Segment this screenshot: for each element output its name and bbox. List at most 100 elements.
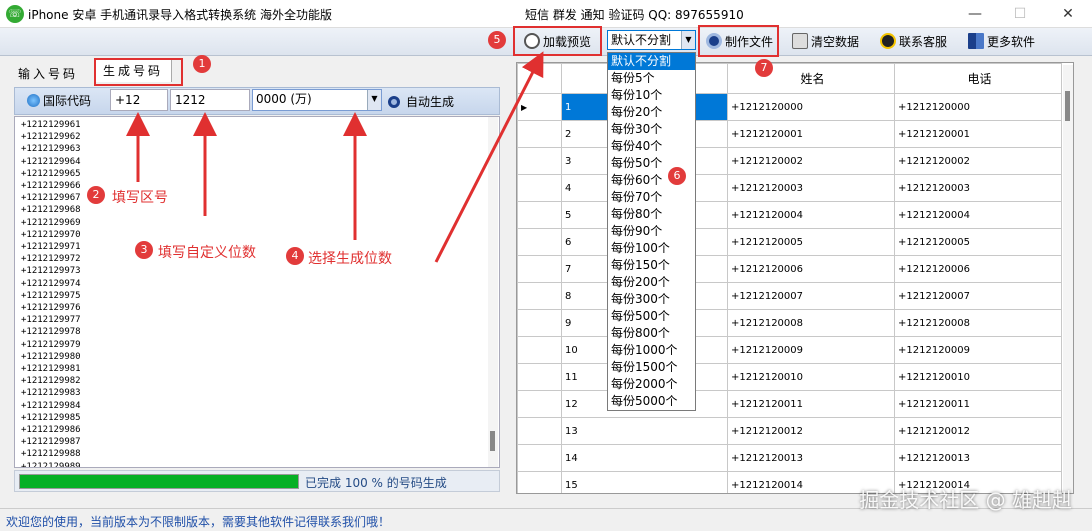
cell-phone[interactable]: +1212120009 — [894, 336, 1062, 364]
cell-name[interactable]: +1212120009 — [727, 336, 895, 364]
split-option[interactable]: 每份30个 — [608, 121, 695, 138]
split-option[interactable]: 每份100个 — [608, 240, 695, 257]
table-row[interactable]: 11 +1212120010 +1212120010 — [517, 363, 1062, 391]
cell-phone[interactable]: +1212120000 — [894, 93, 1062, 121]
cell-name[interactable]: +1212120008 — [727, 309, 895, 337]
contact-service-button[interactable]: 联系客服 — [876, 31, 951, 53]
split-option[interactable]: 默认不分割 — [608, 53, 695, 70]
table-row[interactable]: 5 +1212120004 +1212120004 — [517, 201, 1062, 229]
country-code-button[interactable]: 国际代码 — [27, 92, 91, 109]
cell-phone[interactable]: +1212120011 — [894, 390, 1062, 418]
col-header-phone[interactable]: 电话 — [894, 63, 1062, 94]
row-header[interactable] — [517, 174, 562, 202]
cell-phone[interactable]: +1212120012 — [894, 417, 1062, 445]
custom-digits-input[interactable]: 1212 — [170, 89, 250, 111]
cell-name[interactable]: +1212120010 — [727, 363, 895, 391]
cell-name[interactable]: +1212120000 — [727, 93, 895, 121]
row-header[interactable] — [517, 255, 562, 283]
split-option[interactable]: 每份70个 — [608, 189, 695, 206]
area-code-input[interactable]: +12 — [110, 89, 168, 111]
table-row[interactable]: ▶ 1 +1212120000 +1212120000 — [517, 93, 1062, 121]
split-option[interactable]: 每份20个 — [608, 104, 695, 121]
row-header[interactable] — [517, 228, 562, 256]
table-row[interactable]: 6 +1212120005 +1212120005 — [517, 228, 1062, 256]
cell-phone[interactable]: +1212120001 — [894, 120, 1062, 148]
row-header[interactable] — [517, 363, 562, 391]
contacts-grid[interactable]: 姓名 电话 ▶ 1 +1212120000 +1212120000 2 +12121200… — [516, 62, 1074, 494]
split-option[interactable]: 每份300个 — [608, 291, 695, 308]
cell-name[interactable]: +1212120013 — [727, 444, 895, 472]
split-option[interactable]: 每份10个 — [608, 87, 695, 104]
cell-name[interactable]: +1212120001 — [727, 120, 895, 148]
cell-index[interactable]: 15 — [561, 471, 728, 493]
cell-name[interactable]: +1212120005 — [727, 228, 895, 256]
split-option[interactable]: 每份5个 — [608, 70, 695, 87]
table-row[interactable]: 2 +1212120001 +1212120001 — [517, 120, 1062, 148]
more-software-button[interactable]: 更多软件 — [964, 31, 1039, 53]
grid-scroll-thumb[interactable] — [1065, 91, 1070, 121]
split-option[interactable]: 每份1000个 — [608, 342, 695, 359]
cell-phone[interactable]: +1212120002 — [894, 147, 1062, 175]
split-select[interactable]: 默认不分割 ▼ — [607, 30, 696, 50]
cell-name[interactable]: +1212120004 — [727, 201, 895, 229]
cell-index[interactable]: 14 — [561, 444, 728, 472]
row-header[interactable] — [517, 471, 562, 493]
numbers-scrollbar[interactable] — [488, 117, 498, 467]
split-option[interactable]: 每份150个 — [608, 257, 695, 274]
table-row[interactable]: 8 +1212120007 +1212120007 — [517, 282, 1062, 310]
row-header[interactable] — [517, 417, 562, 445]
split-option[interactable]: 每份80个 — [608, 206, 695, 223]
row-header[interactable] — [517, 309, 562, 337]
row-header[interactable] — [517, 336, 562, 364]
cell-name[interactable]: +1212120007 — [727, 282, 895, 310]
split-option[interactable]: 每份800个 — [608, 325, 695, 342]
cell-name[interactable]: +1212120003 — [727, 174, 895, 202]
row-header[interactable] — [517, 282, 562, 310]
table-row[interactable]: 13 +1212120012 +1212120012 — [517, 417, 1062, 445]
auto-generate-radio[interactable]: 自动生成 — [388, 93, 454, 110]
split-option[interactable]: 每份500个 — [608, 308, 695, 325]
cell-phone[interactable]: +1212120008 — [894, 309, 1062, 337]
split-option[interactable]: 每份2000个 — [608, 376, 695, 393]
cell-phone[interactable]: +1212120005 — [894, 228, 1062, 256]
cell-name[interactable]: +1212120002 — [727, 147, 895, 175]
table-row[interactable]: 9 +1212120008 +1212120008 — [517, 309, 1062, 337]
split-option[interactable]: 每份5000个 — [608, 393, 695, 410]
clear-data-button[interactable]: 清空数据 — [788, 31, 863, 53]
scroll-thumb[interactable] — [490, 431, 495, 451]
generated-numbers-list[interactable]: +1212129961 +1212129962 +1212129963 +121212… — [14, 116, 500, 468]
split-option[interactable]: 每份200个 — [608, 274, 695, 291]
split-option[interactable]: 每份90个 — [608, 223, 695, 240]
table-row[interactable]: 12 +1212120011 +1212120011 — [517, 390, 1062, 418]
split-dropdown-list[interactable]: 默认不分割 每份5个 每份10个 每份20个 每份30个 每份40个 每份50个 每份60个每… — [607, 52, 696, 411]
row-header[interactable]: ▶ — [517, 93, 562, 121]
cell-index[interactable]: 13 — [561, 417, 728, 445]
cell-name[interactable]: +1212120011 — [727, 390, 895, 418]
split-option[interactable]: 每份40个 — [608, 138, 695, 155]
cell-name[interactable]: +1212120012 — [727, 417, 895, 445]
table-row[interactable]: 7 +1212120006 +1212120006 — [517, 255, 1062, 283]
row-header[interactable] — [517, 444, 562, 472]
cell-phone[interactable]: +1212120004 — [894, 201, 1062, 229]
cell-phone[interactable]: +1212120010 — [894, 363, 1062, 391]
row-header[interactable] — [517, 390, 562, 418]
table-row[interactable]: 14 +1212120013 +1212120013 — [517, 444, 1062, 472]
cell-phone[interactable]: +1212120003 — [894, 174, 1062, 202]
close-icon[interactable]: ✕ — [1058, 4, 1078, 24]
table-row[interactable]: 4 +1212120003 +1212120003 — [517, 174, 1062, 202]
split-option[interactable]: 每份1500个 — [608, 359, 695, 376]
table-row[interactable]: 3 +1212120002 +1212120002 — [517, 147, 1062, 175]
cell-name[interactable]: +1212120006 — [727, 255, 895, 283]
row-header[interactable] — [517, 147, 562, 175]
cell-phone[interactable]: +1212120006 — [894, 255, 1062, 283]
table-row[interactable]: 10 +1212120009 +1212120009 — [517, 336, 1062, 364]
col-header-name[interactable]: 姓名 — [727, 63, 895, 94]
maximize-icon[interactable]: ☐ — [1010, 4, 1030, 24]
grid-scrollbar[interactable] — [1063, 65, 1073, 493]
tab-input-numbers[interactable]: 输入号码 — [10, 62, 86, 86]
minimize-icon[interactable]: — — [965, 4, 985, 24]
row-header[interactable] — [517, 120, 562, 148]
cell-phone[interactable]: +1212120007 — [894, 282, 1062, 310]
gen-count-select[interactable]: 0000 (万) ▼ — [252, 89, 382, 111]
cell-phone[interactable]: +1212120013 — [894, 444, 1062, 472]
